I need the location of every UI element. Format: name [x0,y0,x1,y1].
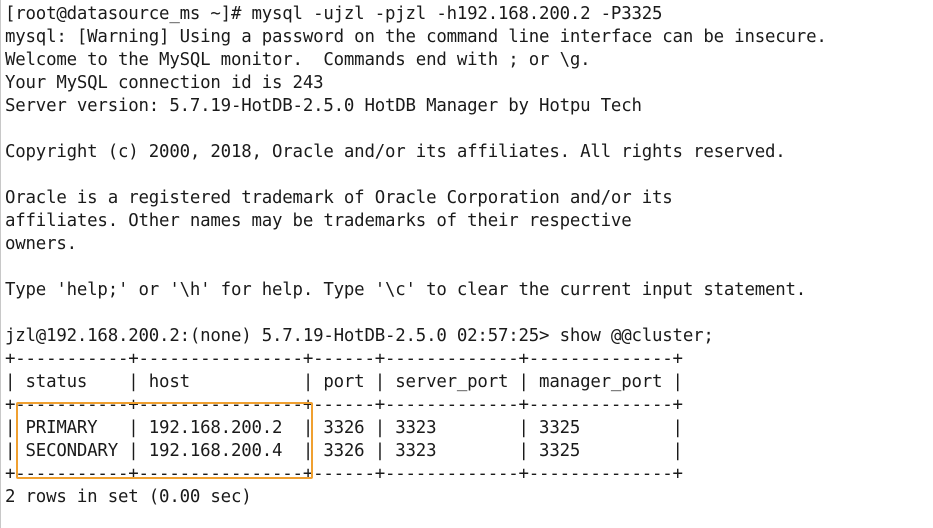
terminal-left-border [0,0,1,528]
connection-id-line: Your MySQL connection id is 243 [5,73,324,93]
table-row: | SECONDARY | 192.168.200.4 | 3326 | 332… [5,441,683,461]
server-version-line: Server version: 5.7.19-HotDB-2.5.0 HotDB… [5,96,642,116]
warning-line: mysql: [Warning] Using a password on the… [5,27,827,47]
mysql-prompt-line: jzl@192.168.200.2:(none) 5.7.19-HotDB-2.… [5,326,714,346]
help-hint-line: Type 'help;' or '\h' for help. Type '\c'… [5,280,807,300]
table-border-mid: +-----------+----------------+------+---… [5,395,683,415]
trademark-line-1: Oracle is a registered trademark of Orac… [5,188,673,208]
terminal-window[interactable]: [root@datasource_ms ~]# mysql -ujzl -pjz… [0,0,933,528]
copyright-line: Copyright (c) 2000, 2018, Oracle and/or … [5,142,786,162]
table-row: | PRIMARY | 192.168.200.2 | 3326 | 3323 … [5,418,683,438]
table-header-row: | status | host | port | server_port | m… [5,372,683,392]
table-border-bottom: +-----------+----------------+------+---… [5,464,683,484]
trademark-line-2: affiliates. Other names may be trademark… [5,211,632,231]
shell-command-line: [root@datasource_ms ~]# mysql -ujzl -pjz… [5,4,663,24]
welcome-line: Welcome to the MySQL monitor. Commands e… [5,50,591,70]
table-border-top: +-----------+----------------+------+---… [5,349,683,369]
rows-in-set-line: 2 rows in set (0.00 sec) [5,487,252,507]
trademark-line-3: owners. [5,234,77,254]
